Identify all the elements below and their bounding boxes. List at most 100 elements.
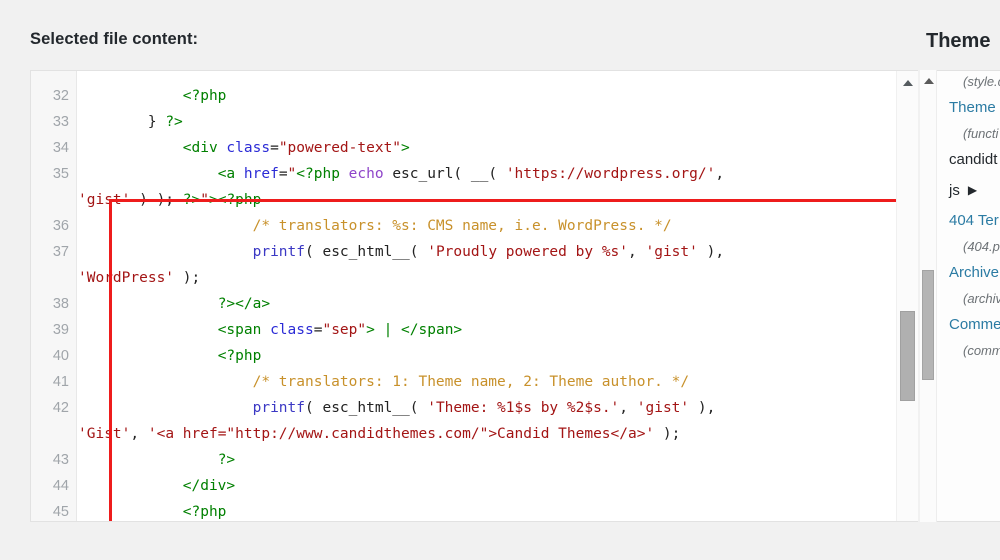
line-number: 35	[52, 166, 69, 182]
code-token: <a	[217, 166, 244, 182]
theme-file-subtitle: (404.p	[949, 236, 1000, 258]
code-token: 'https://wordpress.org/'	[505, 166, 716, 182]
code-token: 'gist'	[78, 192, 131, 208]
code-token: 'Proudly powered by %s'	[427, 244, 629, 260]
code-token: 'Gist'	[78, 426, 131, 442]
code-token: 'gist'	[636, 400, 690, 416]
code-line[interactable]: 44 </div>	[53, 473, 724, 499]
code-token: ) );	[130, 192, 183, 208]
code-token: printf	[252, 400, 305, 416]
line-number: 38	[52, 296, 69, 312]
theme-file-subtitle: (archiv	[949, 288, 1000, 310]
code-line[interactable]: 35 <a href="<?php echo esc_url( __( 'htt…	[53, 161, 724, 187]
theme-file-item[interactable]: Archive	[949, 258, 1000, 288]
theme-file-link[interactable]: Theme	[949, 93, 1000, 123]
code-line[interactable]: 33 } ?>	[53, 109, 724, 135]
code-editor[interactable]: 32 <?php 33 } ?> 34 <div class="powered-te…	[30, 70, 918, 522]
theme-folder-label: candidt	[949, 151, 998, 168]
code-token: 'gist'	[645, 244, 698, 260]
code-token: <?php	[182, 504, 227, 520]
code-line[interactable]: 39 <span class="sep"> | </span>	[53, 317, 724, 343]
code-line[interactable]: 42 printf( esc_html__( 'Theme: %1$s by %…	[53, 395, 724, 421]
code-line[interactable]: 43 ?>	[53, 447, 724, 473]
chevron-right-icon[interactable]: ▶	[968, 175, 977, 205]
code-line[interactable]: 40 <?php	[53, 343, 724, 369]
theme-file-item[interactable]: 404 Ter	[949, 206, 1000, 236]
code-lines: 32 <?php 33 } ?> 34 <div class="powered-te…	[53, 83, 724, 521]
bottom-strip	[0, 532, 1000, 560]
code-token: </div>	[182, 478, 236, 494]
code-line[interactable]: 36 /* translators: %s: CMS name, i.e. Wo…	[53, 213, 724, 239]
code-token: printf	[252, 244, 305, 260]
theme-file-link[interactable]: Archive	[949, 258, 1000, 288]
code-token: "powered-text"	[278, 140, 402, 156]
theme-panel-scrollbar[interactable]	[920, 70, 937, 522]
code-token: );	[174, 270, 201, 286]
code-token: /* translators: 1: Theme name, 2: Theme …	[252, 374, 690, 390]
code-line[interactable]: 38 ?></a>	[53, 291, 724, 317]
theme-file-filename: (404.p	[963, 239, 1000, 254]
triangle-up-icon[interactable]	[903, 80, 913, 86]
theme-file-filename: (style.c	[963, 74, 1000, 89]
theme-panel-scroll-thumb[interactable]	[922, 270, 934, 380]
code-line[interactable]: 34 <div class="powered-text">	[53, 135, 724, 161]
code-token: ( esc_html__(	[305, 400, 428, 416]
code-token: <?php	[296, 166, 349, 182]
code-token: ?>	[182, 192, 201, 208]
theme-file-item[interactable]: Comme	[949, 310, 1000, 340]
code-token: ),	[689, 400, 716, 416]
line-number: 32	[52, 88, 69, 104]
code-line[interactable]: 45 <?php	[53, 499, 724, 521]
code-content-area[interactable]: 32 <?php 33 } ?> 34 <div class="powered-te…	[53, 71, 918, 521]
theme-folder-item[interactable]: js ▶	[949, 175, 1000, 206]
line-number: 41	[52, 374, 69, 390]
code-line[interactable]: 41 /* translators: 1: Theme name, 2: The…	[53, 369, 724, 395]
theme-file-link[interactable]: Comme	[949, 310, 1000, 340]
code-line[interactable]: 'gist' ) ); ?>"><?php	[78, 187, 724, 213]
triangle-up-icon[interactable]	[924, 78, 934, 84]
code-token: > | </span>	[366, 322, 463, 338]
editor-scroll-thumb[interactable]	[900, 311, 915, 401]
code-line[interactable]: 'Gist', '<a href="http://www.candidtheme…	[78, 421, 724, 447]
line-number: 43	[52, 452, 69, 468]
theme-file-subtitle: (style.c	[949, 71, 1000, 93]
code-token: esc_url( __(	[392, 166, 506, 182]
code-line[interactable]: 'WordPress' );	[78, 265, 724, 291]
line-number: 37	[52, 244, 69, 260]
code-token: ?>	[217, 452, 236, 468]
code-token: <span	[217, 322, 271, 338]
code-line[interactable]: 32 <?php	[53, 83, 724, 109]
code-token: echo	[348, 166, 393, 182]
line-number: 45	[52, 504, 69, 520]
code-token: =	[278, 166, 288, 182]
line-number: 33	[52, 114, 69, 130]
theme-file-subtitle: (comm	[949, 340, 1000, 362]
theme-file-filename: (functi	[963, 126, 999, 141]
code-token: ><?php	[208, 192, 262, 208]
code-token: 'Theme: %1$s by %2$s.'	[427, 400, 620, 416]
code-token: ,	[130, 426, 148, 442]
editor-vertical-scrollbar[interactable]	[896, 71, 918, 521]
theme-file-filename: (archiv	[963, 291, 1000, 306]
theme-file-item[interactable]: Theme	[949, 93, 1000, 123]
line-number: 34	[52, 140, 69, 156]
line-number: 40	[52, 348, 69, 364]
line-number: 44	[52, 478, 69, 494]
line-number: 42	[52, 400, 69, 416]
theme-file-filename: (comm	[963, 343, 1000, 358]
code-line[interactable]: 37 printf( esc_html__( 'Proudly powered …	[53, 239, 724, 265]
line-number: 36	[52, 218, 69, 234]
code-token: "	[287, 166, 297, 182]
theme-folder-label[interactable]: js ▶	[949, 175, 1000, 206]
code-token: <?php	[182, 88, 227, 104]
code-token: >	[401, 140, 410, 156]
theme-file-link[interactable]: 404 Ter	[949, 206, 1000, 236]
